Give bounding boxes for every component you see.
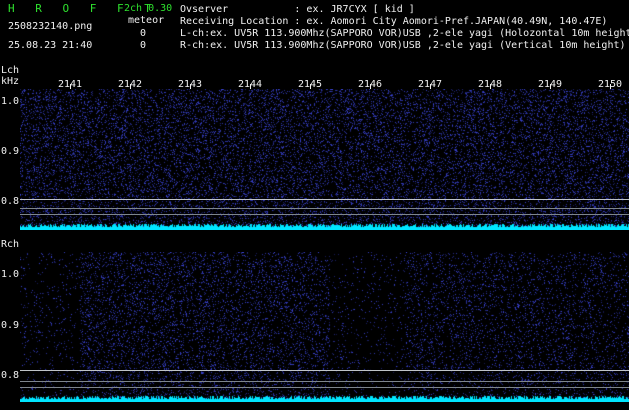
rch-ref-line-3 xyxy=(20,387,629,388)
minute-mark xyxy=(130,84,131,89)
rch-tick-2: 0.9 xyxy=(1,320,20,331)
minute-mark xyxy=(250,84,251,89)
location-line: Receiving Location : ex. Aomori City Aom… xyxy=(180,16,608,27)
count-lch: 0 xyxy=(140,28,147,39)
channel-info: 2ch 0.30 xyxy=(124,3,173,14)
minute-mark xyxy=(550,84,551,89)
lch-info-line: L-ch:ex. UV5R 113.900Mhz(SAPPORO VOR)USB… xyxy=(180,28,629,39)
minute-mark xyxy=(430,84,431,89)
minute-mark xyxy=(190,84,191,89)
rch-spectrogram xyxy=(20,252,629,402)
minute-mark xyxy=(490,84,491,89)
rch-waterfall xyxy=(20,252,629,402)
minute-mark xyxy=(310,84,311,89)
lch-tick-3: 0.8 xyxy=(1,196,20,207)
rch-label: Rch xyxy=(1,239,20,250)
count-rch: 0 xyxy=(140,40,147,51)
rch-tick-1: 1.0 xyxy=(1,269,20,280)
datetime: 25.08.23 21:40 xyxy=(8,40,93,51)
mode-label: meteor xyxy=(128,15,165,26)
rch-tick-3: 0.8 xyxy=(1,370,20,381)
lch-ref-line-1 xyxy=(20,199,629,200)
rch-info-line: R-ch:ex. UV5R 113.900Mhz(SAPPORO VOR)USB… xyxy=(180,40,626,51)
lch-minute-marks xyxy=(20,84,629,92)
observer-line: Ovserver : ex. JR7CYX [ kid ] xyxy=(180,4,415,15)
filename: 2508232140.png xyxy=(8,21,93,32)
rch-ref-line-2 xyxy=(20,381,629,382)
lch-tick-1: 1.0 xyxy=(1,96,20,107)
lch-unit: kHz xyxy=(1,76,20,87)
minute-mark xyxy=(70,84,71,89)
lch-tick-2: 0.9 xyxy=(1,146,20,157)
lch-ref-line-2 xyxy=(20,208,629,209)
lch-label: Lch xyxy=(1,65,20,76)
minute-mark xyxy=(610,84,611,89)
lch-ref-line-3 xyxy=(20,214,629,215)
minute-mark xyxy=(370,84,371,89)
rch-ref-line-1 xyxy=(20,370,629,371)
